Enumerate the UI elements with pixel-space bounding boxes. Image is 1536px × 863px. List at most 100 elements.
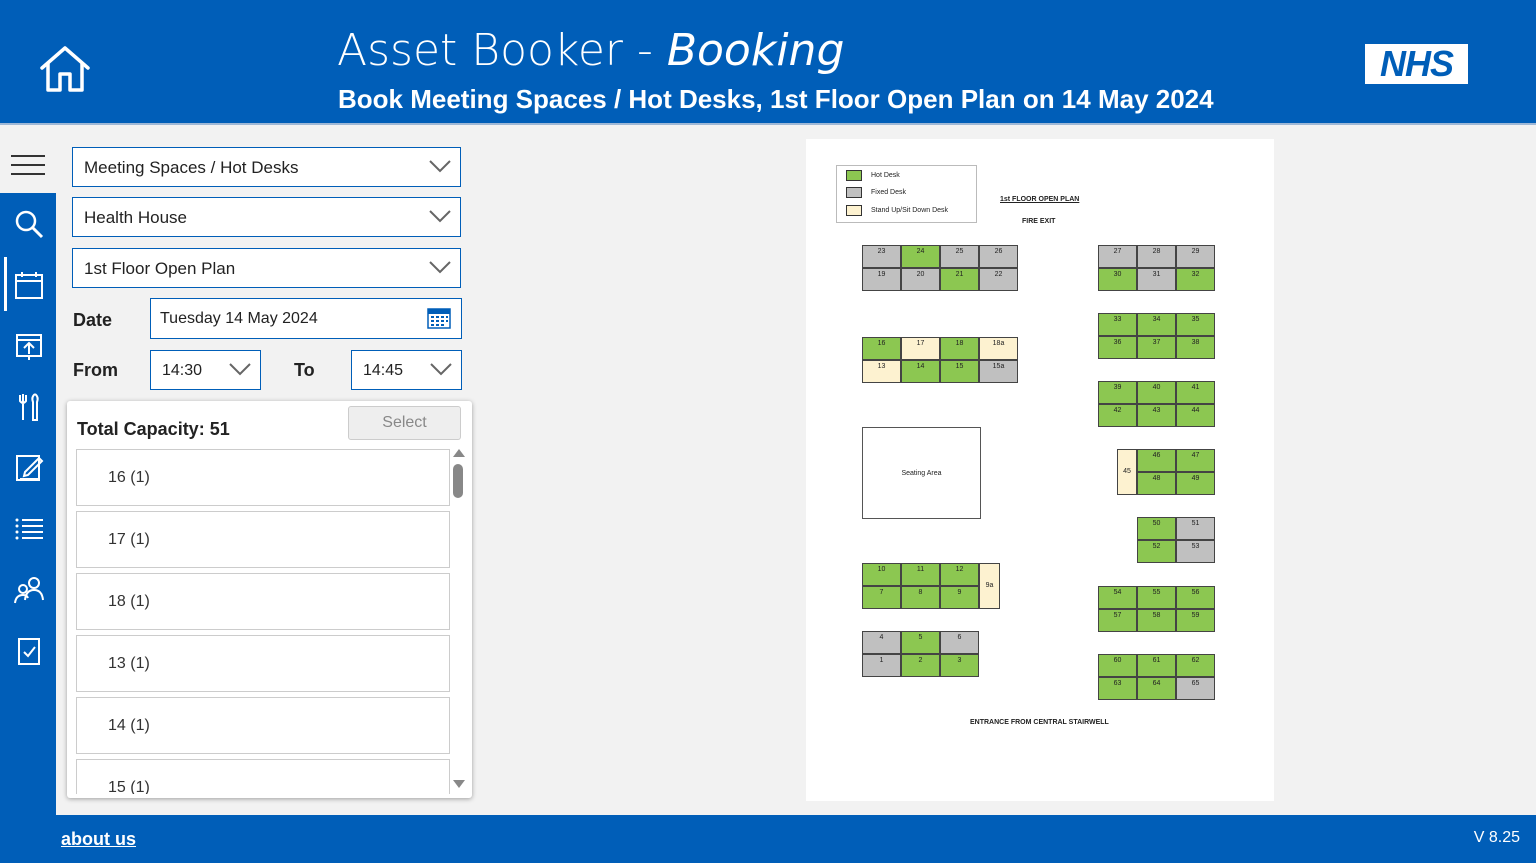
desk-36: 36 <box>1098 336 1137 359</box>
legend-label: Hot Desk <box>871 171 900 179</box>
list-icon[interactable] <box>8 508 50 550</box>
chevron-down-icon <box>429 210 451 223</box>
date-label: Date <box>73 310 113 330</box>
tools-icon[interactable] <box>8 386 50 428</box>
desk-18a: 18a <box>979 337 1018 360</box>
desk-22: 22 <box>979 268 1018 291</box>
app-title: Asset Booker - Booking <box>337 25 845 76</box>
presentation-calendar-icon[interactable] <box>8 325 50 367</box>
desk-61: 61 <box>1137 654 1176 677</box>
date-picker[interactable]: Tuesday 14 May 2024 <box>150 298 462 339</box>
desk-60: 60 <box>1098 654 1137 677</box>
list-item-label: 14 (1) <box>108 717 150 734</box>
desk-65: 65 <box>1176 677 1215 700</box>
desk-56: 56 <box>1176 586 1215 609</box>
nhs-logo: NHS <box>1365 43 1468 84</box>
legend-item: Hot Desk <box>846 169 900 181</box>
desk-list[interactable]: 16 (1) 17 (1) 18 (1) 13 (1) 14 (1) 15 (1… <box>76 449 450 794</box>
legend-label: Fixed Desk <box>871 188 907 196</box>
list-item-label: 16 (1) <box>108 469 150 486</box>
list-item-label: 15 (1) <box>108 779 150 794</box>
building-dropdown[interactable]: Health House <box>72 197 461 237</box>
desk-12: 12 <box>940 563 979 586</box>
desk-9: 9 <box>940 586 979 609</box>
asset-type-value: Meeting Spaces / Hot Desks <box>84 158 299 177</box>
desk-6: 6 <box>940 631 979 654</box>
desk-58: 58 <box>1137 609 1176 632</box>
desk-39: 39 <box>1098 381 1137 404</box>
list-item[interactable]: 16 (1) <box>76 449 450 506</box>
search-icon[interactable] <box>8 203 50 245</box>
sidebar <box>0 127 56 815</box>
desk-23: 23 <box>862 245 901 268</box>
app-title-emphasis: Booking <box>666 25 845 76</box>
calendar-icon[interactable] <box>427 307 451 329</box>
desk-42: 42 <box>1098 404 1137 427</box>
version-label: V 8.25 <box>1473 829 1520 846</box>
desk-32: 32 <box>1176 268 1215 291</box>
desk-47: 47 <box>1176 449 1215 472</box>
calendar-icon[interactable] <box>8 264 50 306</box>
desk-7: 7 <box>862 586 901 609</box>
from-time-value: 14:30 <box>162 362 203 379</box>
desk-31: 31 <box>1137 268 1176 291</box>
desk-25: 25 <box>940 245 979 268</box>
desk-15: 15 <box>940 360 979 383</box>
list-item[interactable]: 14 (1) <box>76 697 450 754</box>
chevron-down-icon <box>429 261 451 274</box>
chevron-down-icon <box>229 363 251 376</box>
legend-label: Stand Up/Sit Down Desk <box>871 206 949 214</box>
desk-10: 10 <box>862 563 901 586</box>
scroll-up-arrow[interactable] <box>453 449 465 457</box>
list-item[interactable]: 17 (1) <box>76 511 450 568</box>
chevron-down-icon <box>430 363 452 376</box>
desk-8: 8 <box>901 586 940 609</box>
results-panel: Total Capacity: 51 Select 16 (1) 17 (1) … <box>67 401 472 798</box>
desk-55: 55 <box>1137 586 1176 609</box>
page-subtitle: Book Meeting Spaces / Hot Desks, 1st Flo… <box>338 84 1214 114</box>
to-label: To <box>294 360 315 380</box>
about-us-link[interactable]: about us <box>61 829 136 850</box>
desk-59: 59 <box>1176 609 1215 632</box>
desk-5: 5 <box>901 631 940 654</box>
floor-dropdown[interactable]: 1st Floor Open Plan <box>72 248 461 288</box>
desk-43: 43 <box>1137 404 1176 427</box>
select-button[interactable]: Select <box>348 406 461 440</box>
desk-30: 30 <box>1098 268 1137 291</box>
from-label: From <box>73 360 118 380</box>
edit-form-icon[interactable] <box>8 447 50 489</box>
desk-16: 16 <box>862 337 901 360</box>
checklist-icon[interactable] <box>8 630 50 672</box>
legend-swatch <box>846 169 862 181</box>
desk-28: 28 <box>1137 245 1176 268</box>
list-item[interactable]: 15 (1) <box>76 759 450 794</box>
legend-swatch <box>846 204 862 216</box>
home-icon[interactable] <box>38 44 92 94</box>
scroll-down-arrow[interactable] <box>453 780 465 788</box>
chevron-down-icon <box>429 160 451 173</box>
desk-18: 18 <box>940 337 979 360</box>
app-footer <box>0 815 1536 863</box>
list-item[interactable]: 13 (1) <box>76 635 450 692</box>
desk-15a: 15a <box>979 360 1018 383</box>
menu-icon[interactable] <box>11 155 45 177</box>
users-icon[interactable] <box>8 569 50 611</box>
desk-53: 53 <box>1176 540 1215 563</box>
list-item[interactable]: 18 (1) <box>76 573 450 630</box>
from-time-dropdown[interactable]: 14:30 <box>150 350 261 390</box>
legend-swatch <box>846 186 862 198</box>
list-item-label: 18 (1) <box>108 593 150 610</box>
desk-63: 63 <box>1098 677 1137 700</box>
desk-64: 64 <box>1137 677 1176 700</box>
desk-57: 57 <box>1098 609 1137 632</box>
active-indicator <box>4 257 7 311</box>
desk-21: 21 <box>940 268 979 291</box>
building-value: Health House <box>84 208 188 227</box>
desk-48: 48 <box>1137 472 1176 495</box>
date-value: Tuesday 14 May 2024 <box>160 310 318 327</box>
to-time-dropdown[interactable]: 14:45 <box>351 350 462 390</box>
asset-type-dropdown[interactable]: Meeting Spaces / Hot Desks <box>72 147 461 187</box>
legend-item: Fixed Desk <box>846 186 906 198</box>
total-capacity: Total Capacity: 51 <box>77 419 230 439</box>
scrollbar-thumb[interactable] <box>453 464 463 498</box>
